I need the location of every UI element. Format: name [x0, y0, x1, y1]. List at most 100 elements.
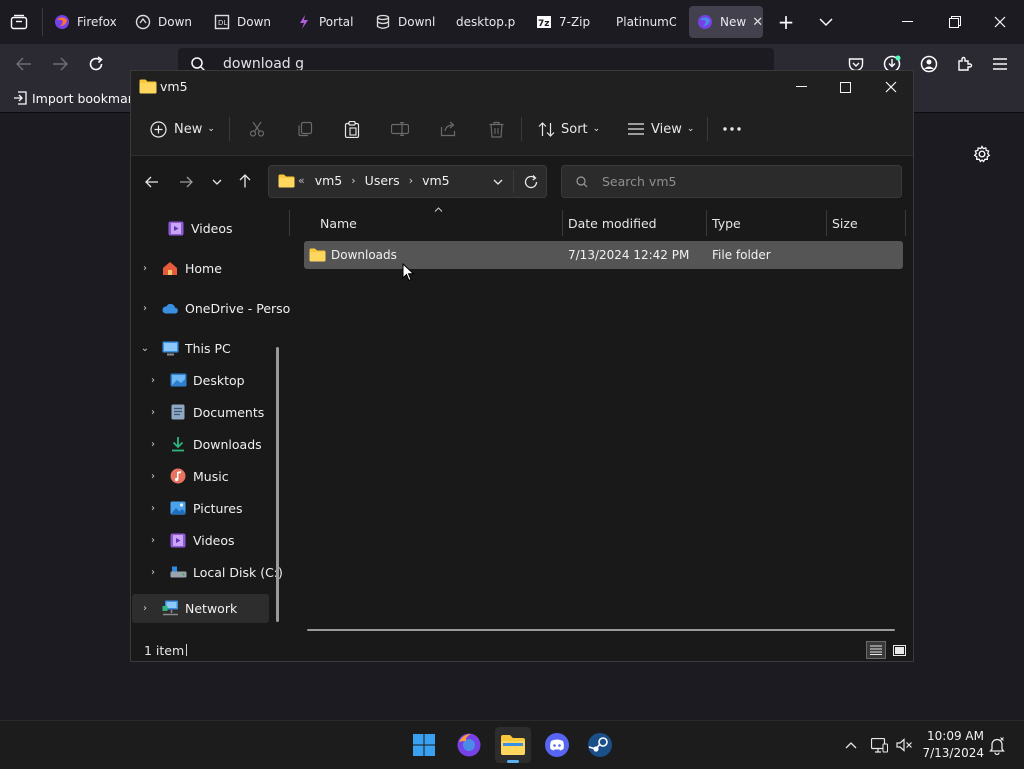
breadcrumb-separator-icon[interactable]: › — [351, 174, 355, 187]
taskbar-discord-button[interactable] — [539, 727, 575, 763]
close-icon[interactable] — [990, 12, 1010, 32]
chevron-right-icon[interactable]: › — [145, 535, 161, 546]
chevron-right-icon[interactable]: › — [145, 375, 161, 386]
breadcrumb-item[interactable]: Users — [365, 173, 400, 188]
column-separator[interactable] — [562, 210, 563, 236]
large-icons-view-icon[interactable] — [889, 641, 909, 659]
horizontal-scrollbar-thumb[interactable] — [307, 629, 895, 631]
address-history-chevron-icon[interactable] — [489, 173, 507, 191]
search-box[interactable]: Search vm5 — [561, 165, 902, 198]
tab-download-2[interactable]: DL Downl — [214, 6, 272, 38]
column-separator[interactable] — [826, 210, 827, 236]
forward-icon[interactable] — [176, 172, 196, 192]
nav-item-onedrive[interactable]: › OneDrive - Perso — [137, 293, 290, 323]
show-hidden-icons-chevron-icon[interactable] — [842, 736, 860, 754]
column-separator[interactable] — [706, 210, 707, 236]
tab-close-icon[interactable]: ✕ — [752, 15, 763, 30]
tab-download-1[interactable]: Downl — [135, 6, 193, 38]
tab-desktop[interactable]: desktop.pr — [456, 6, 516, 38]
breadcrumb-overflow[interactable]: « — [298, 174, 305, 187]
details-view-icon[interactable] — [866, 641, 886, 659]
nav-item-videos-quick[interactable]: Videos — [145, 213, 233, 243]
tab-download-3[interactable]: Downl — [375, 6, 435, 38]
clock-date[interactable]: 7/13/2024 — [920, 746, 984, 760]
nav-item-local-disk[interactable]: › Local Disk (C:) — [145, 557, 283, 587]
nav-item-videos[interactable]: › Videos — [145, 525, 235, 555]
nav-scrollbar-thumb[interactable] — [276, 347, 279, 622]
column-header-type[interactable]: Type — [712, 212, 741, 234]
import-bookmarks-button[interactable]: Import bookmarks — [12, 90, 147, 106]
recent-locations-chevron-icon[interactable] — [207, 172, 227, 192]
breadcrumb-item[interactable]: vm5 — [315, 173, 343, 188]
extensions-icon[interactable] — [955, 54, 975, 74]
back-icon[interactable] — [142, 172, 162, 192]
share-icon[interactable] — [438, 119, 458, 139]
breadcrumb-item[interactable]: vm5 — [422, 173, 450, 188]
column-header-size[interactable]: Size — [832, 212, 858, 234]
new-button[interactable]: New ⌄ — [149, 103, 215, 155]
display-icon[interactable] — [869, 735, 889, 755]
gear-icon[interactable] — [972, 144, 992, 164]
rename-icon[interactable] — [390, 119, 410, 139]
reload-icon[interactable] — [86, 54, 106, 74]
chevron-right-icon[interactable]: › — [145, 471, 161, 482]
breadcrumb-separator-icon[interactable]: › — [409, 174, 413, 187]
up-arrow-icon[interactable] — [235, 171, 255, 191]
column-header-date[interactable]: Date modified — [568, 212, 657, 234]
tab-new-active[interactable]: New ✕ — [689, 6, 763, 38]
nav-item-network[interactable]: › Network — [137, 593, 237, 623]
nav-item-desktop[interactable]: › Desktop — [145, 365, 245, 395]
tab-7zip[interactable]: 7z 7-Zip — [536, 6, 598, 38]
nav-item-pictures[interactable]: › Pictures — [145, 493, 243, 523]
nav-item-music[interactable]: › Music — [145, 461, 229, 491]
nav-item-downloads[interactable]: › Downloads — [145, 429, 262, 459]
forward-icon[interactable] — [50, 54, 70, 74]
copy-icon[interactable] — [295, 119, 315, 139]
taskbar-explorer-button[interactable] — [495, 727, 531, 763]
minimize-icon[interactable] — [898, 12, 918, 32]
chevron-right-icon[interactable]: › — [145, 439, 161, 450]
7zip-icon: 7z — [536, 14, 552, 30]
restore-icon[interactable] — [945, 12, 965, 32]
minimize-icon[interactable] — [791, 77, 811, 97]
notification-bell-icon[interactable] — [986, 735, 1008, 757]
more-options-icon[interactable] — [721, 119, 743, 139]
cut-icon[interactable] — [247, 119, 267, 139]
chevron-right-icon[interactable]: › — [145, 567, 161, 578]
column-header-name[interactable]: Name — [320, 212, 357, 234]
chevron-right-icon[interactable]: › — [137, 603, 153, 614]
tab-platinum[interactable]: PlatinumO — [616, 6, 676, 38]
column-separator[interactable] — [905, 210, 906, 236]
toolbar-divider — [707, 117, 708, 141]
close-icon[interactable] — [881, 77, 901, 97]
chevron-right-icon[interactable]: › — [145, 407, 161, 418]
chevron-right-icon[interactable]: › — [137, 303, 153, 314]
paste-icon[interactable] — [342, 119, 362, 139]
nav-item-documents[interactable]: › Documents — [145, 397, 264, 427]
nav-item-this-pc[interactable]: ⌄ This PC — [137, 333, 231, 363]
refresh-icon[interactable] — [521, 172, 541, 192]
tab-list-chevron-icon[interactable] — [816, 12, 836, 32]
chevron-right-icon[interactable]: › — [145, 503, 161, 514]
address-bar[interactable]: « vm5 › Users › vm5 — [268, 165, 547, 198]
clock-time[interactable]: 10:09 AM — [924, 729, 984, 743]
volume-muted-icon[interactable] — [894, 735, 914, 755]
delete-icon[interactable] — [486, 119, 506, 139]
tab-portal[interactable]: Portal — [296, 6, 354, 38]
tab-manager-icon[interactable] — [8, 12, 30, 32]
back-icon[interactable] — [14, 54, 34, 74]
chevron-right-icon[interactable]: › — [137, 263, 153, 274]
maximize-icon[interactable] — [835, 77, 855, 97]
menu-icon[interactable] — [990, 54, 1010, 74]
taskbar-firefox-button[interactable] — [451, 727, 487, 763]
sort-button[interactable]: Sort ⌄ — [537, 103, 600, 155]
chevron-down-icon[interactable]: ⌄ — [137, 343, 153, 354]
new-tab-icon[interactable]: + — [776, 10, 796, 34]
start-button[interactable] — [406, 727, 442, 763]
account-icon[interactable] — [919, 54, 939, 74]
view-button[interactable]: View ⌄ — [627, 103, 694, 155]
tab-firefox[interactable]: Firefox — [54, 6, 116, 38]
table-row[interactable]: Downloads 7/13/2024 12:42 PM File folder — [304, 241, 903, 269]
taskbar-steam-button[interactable] — [582, 727, 618, 763]
nav-item-home[interactable]: › Home — [137, 253, 222, 283]
